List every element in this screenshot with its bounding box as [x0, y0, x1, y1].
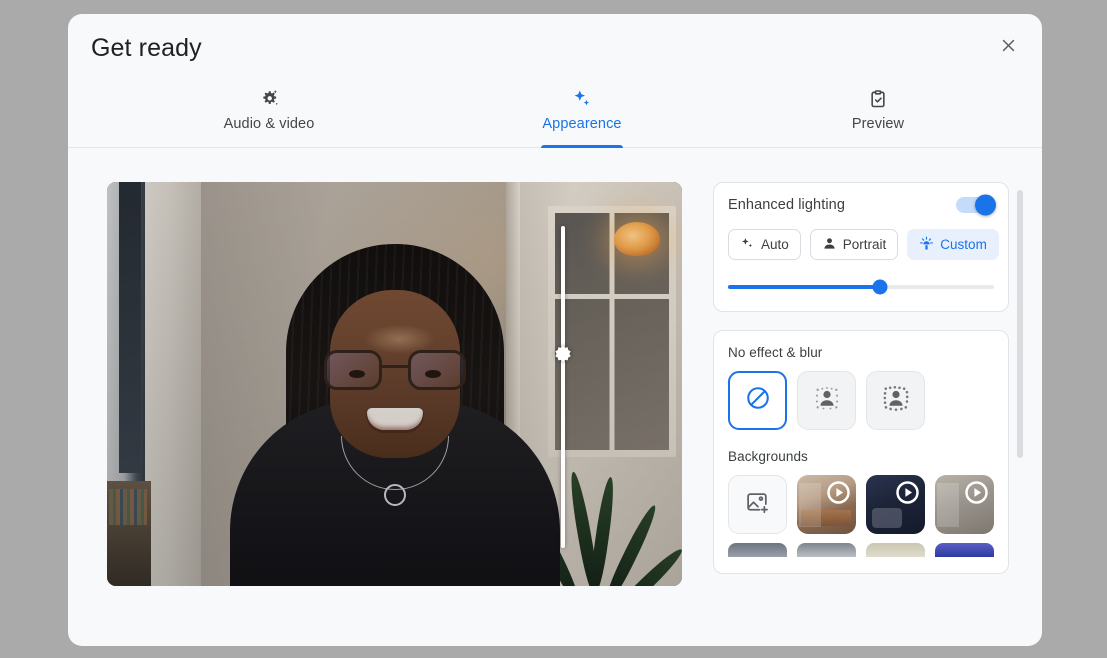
slight-blur-icon	[813, 384, 841, 417]
lighting-intensity-slider[interactable]	[728, 279, 994, 295]
page-title: Get ready	[91, 34, 202, 62]
sparkles-icon	[740, 236, 755, 254]
appearance-settings-panel: Enhanced lighting Auto Portrait Custom N…	[713, 182, 1023, 610]
close-button[interactable]	[992, 31, 1024, 63]
clipboard-check-icon	[864, 87, 892, 111]
toggle-knob	[975, 194, 996, 216]
video-scene	[107, 182, 682, 586]
lighting-mode-custom-label: Custom	[940, 237, 987, 252]
background-gray-window[interactable]	[935, 475, 994, 534]
dialog-tabs: Audio & video Appearence Preview	[68, 86, 1042, 148]
lamp-icon	[919, 236, 934, 254]
thumb-detail	[872, 508, 902, 528]
effect-slight-blur[interactable]	[797, 371, 856, 430]
person-icon	[822, 236, 837, 254]
panel-scrollbar[interactable]	[1017, 182, 1023, 610]
thumb-detail	[799, 483, 821, 527]
slider-thumb[interactable]	[872, 279, 888, 295]
slider-fill	[728, 285, 880, 289]
lighting-mode-group: Auto Portrait Custom	[728, 229, 999, 260]
dialog-body: Enhanced lighting Auto Portrait Custom N…	[68, 148, 1042, 646]
tab-audio-video[interactable]: Audio & video	[184, 86, 354, 148]
no-effect-icon	[745, 385, 771, 416]
gear-sparkle-icon	[255, 87, 283, 111]
tab-appearance-label: Appearence	[542, 116, 622, 132]
background-warm-room[interactable]	[797, 475, 856, 534]
background-tile[interactable]	[935, 543, 994, 557]
background-night-room[interactable]	[866, 475, 925, 534]
play-icon	[964, 480, 989, 505]
panel-scrollbar-thumb[interactable]	[1017, 190, 1023, 458]
lighting-mode-auto[interactable]: Auto	[728, 229, 801, 260]
enhanced-lighting-title: Enhanced lighting	[728, 197, 845, 213]
brightness-slider-track	[561, 226, 565, 548]
close-icon	[1000, 37, 1017, 57]
effects-backgrounds-card: No effect & blur Backgrounds	[713, 330, 1009, 574]
background-tile[interactable]	[866, 543, 925, 557]
effects-tile-row	[728, 371, 994, 430]
play-icon	[826, 480, 851, 505]
get-ready-dialog: Get ready Audio & video Appearence Previ…	[68, 14, 1042, 646]
brightness-icon[interactable]	[550, 342, 576, 368]
backgrounds-row-1	[728, 475, 994, 534]
lighting-mode-auto-label: Auto	[761, 237, 789, 252]
lighting-mode-custom[interactable]: Custom	[907, 229, 999, 260]
no-effect-blur-title: No effect & blur	[728, 345, 823, 360]
background-upload-tile[interactable]	[728, 475, 787, 534]
self-video-preview	[107, 182, 682, 586]
sparkles-icon	[568, 87, 596, 111]
play-icon	[895, 480, 920, 505]
tab-appearance[interactable]: Appearence	[500, 86, 664, 148]
background-tile[interactable]	[728, 543, 787, 557]
backgrounds-row-2	[728, 543, 994, 557]
video-overlay	[107, 182, 682, 586]
backgrounds-title: Backgrounds	[728, 449, 808, 464]
lighting-mode-portrait-label: Portrait	[842, 237, 887, 252]
background-tile[interactable]	[797, 543, 856, 557]
lighting-mode-portrait[interactable]: Portrait	[809, 229, 899, 260]
tab-audio-video-label: Audio & video	[223, 116, 315, 132]
enhanced-lighting-card: Enhanced lighting Auto Portrait Custom	[713, 182, 1009, 312]
tab-preview[interactable]: Preview	[798, 86, 958, 148]
brightness-vertical-slider[interactable]	[550, 226, 576, 548]
enhanced-lighting-header: Enhanced lighting	[728, 194, 996, 216]
thumb-detail	[937, 483, 959, 527]
dialog-header: Get ready	[68, 14, 1042, 86]
effect-no-effect[interactable]	[728, 371, 787, 430]
add-image-icon	[745, 490, 770, 520]
effect-blur[interactable]	[866, 371, 925, 430]
blur-icon	[882, 384, 910, 417]
enhanced-lighting-toggle[interactable]	[956, 194, 996, 216]
tab-preview-label: Preview	[851, 116, 905, 132]
